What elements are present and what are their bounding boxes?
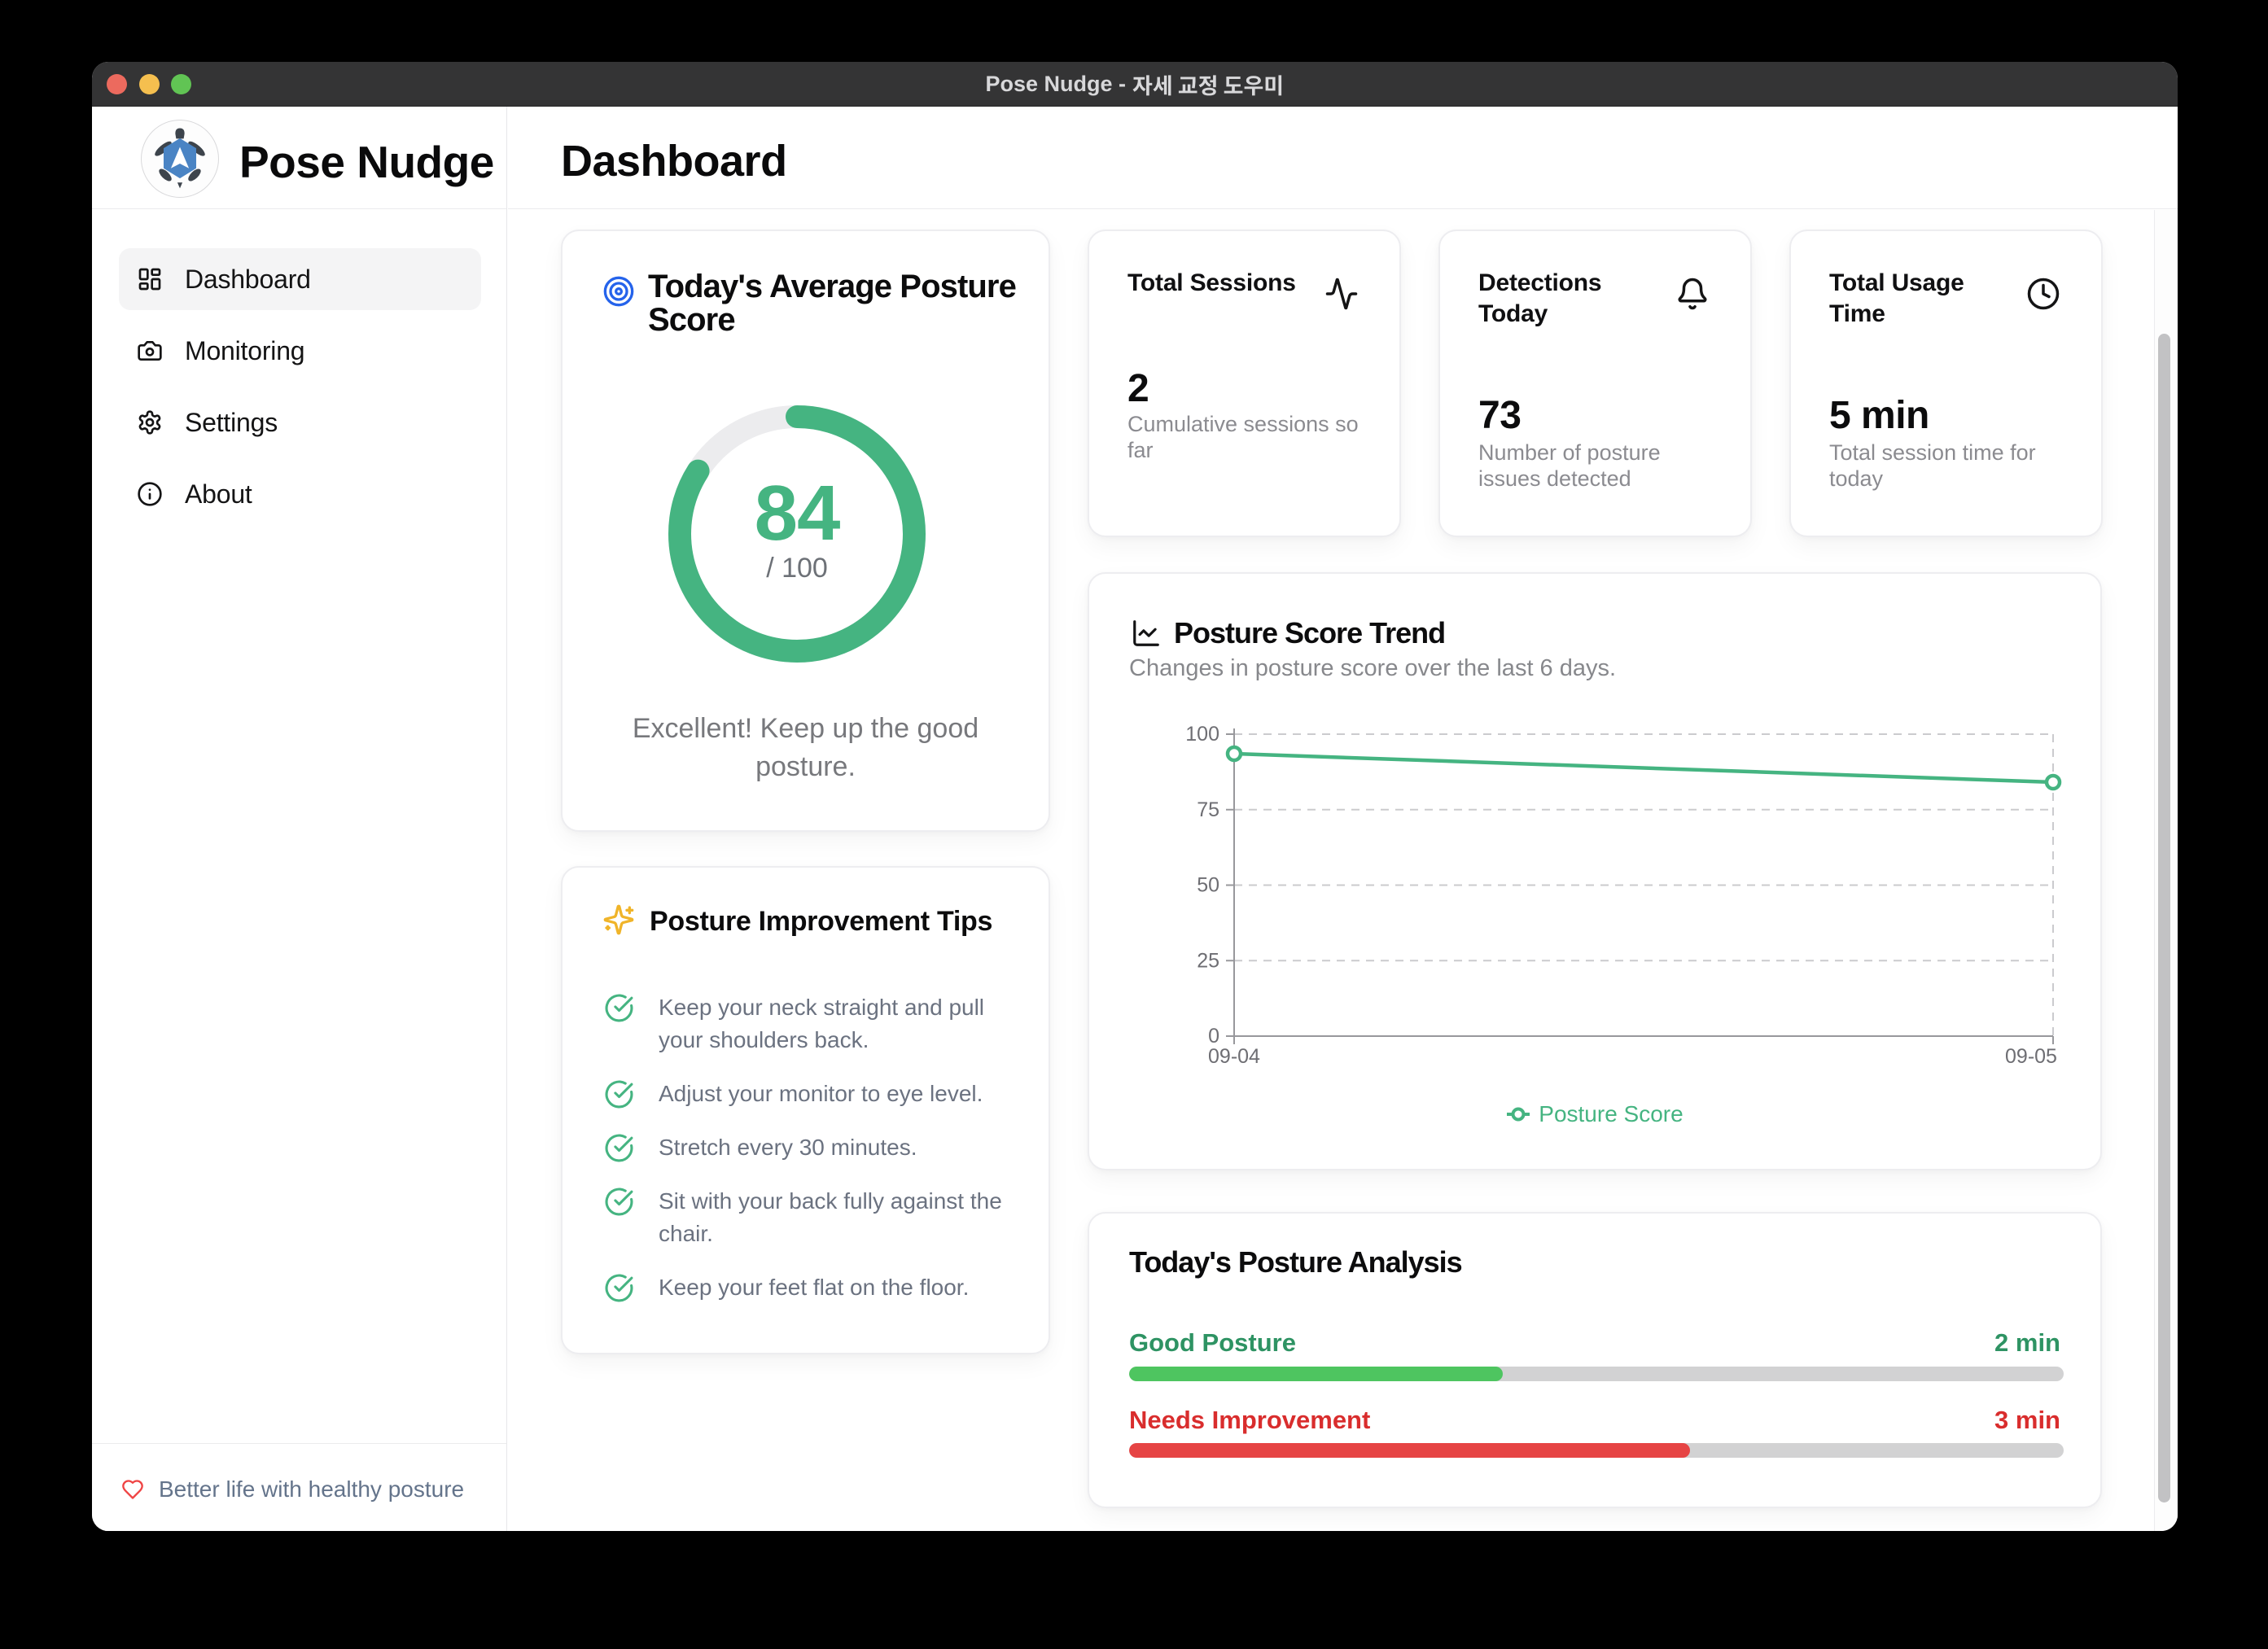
svg-text:25: 25: [1197, 949, 1219, 972]
svg-text:75: 75: [1197, 798, 1219, 821]
svg-text:0: 0: [1208, 1025, 1219, 1048]
svg-text:100: 100: [1185, 723, 1219, 746]
svg-text:50: 50: [1197, 874, 1219, 897]
svg-text:09-05: 09-05: [2005, 1045, 2057, 1068]
svg-text:09-04: 09-04: [1208, 1045, 1260, 1068]
